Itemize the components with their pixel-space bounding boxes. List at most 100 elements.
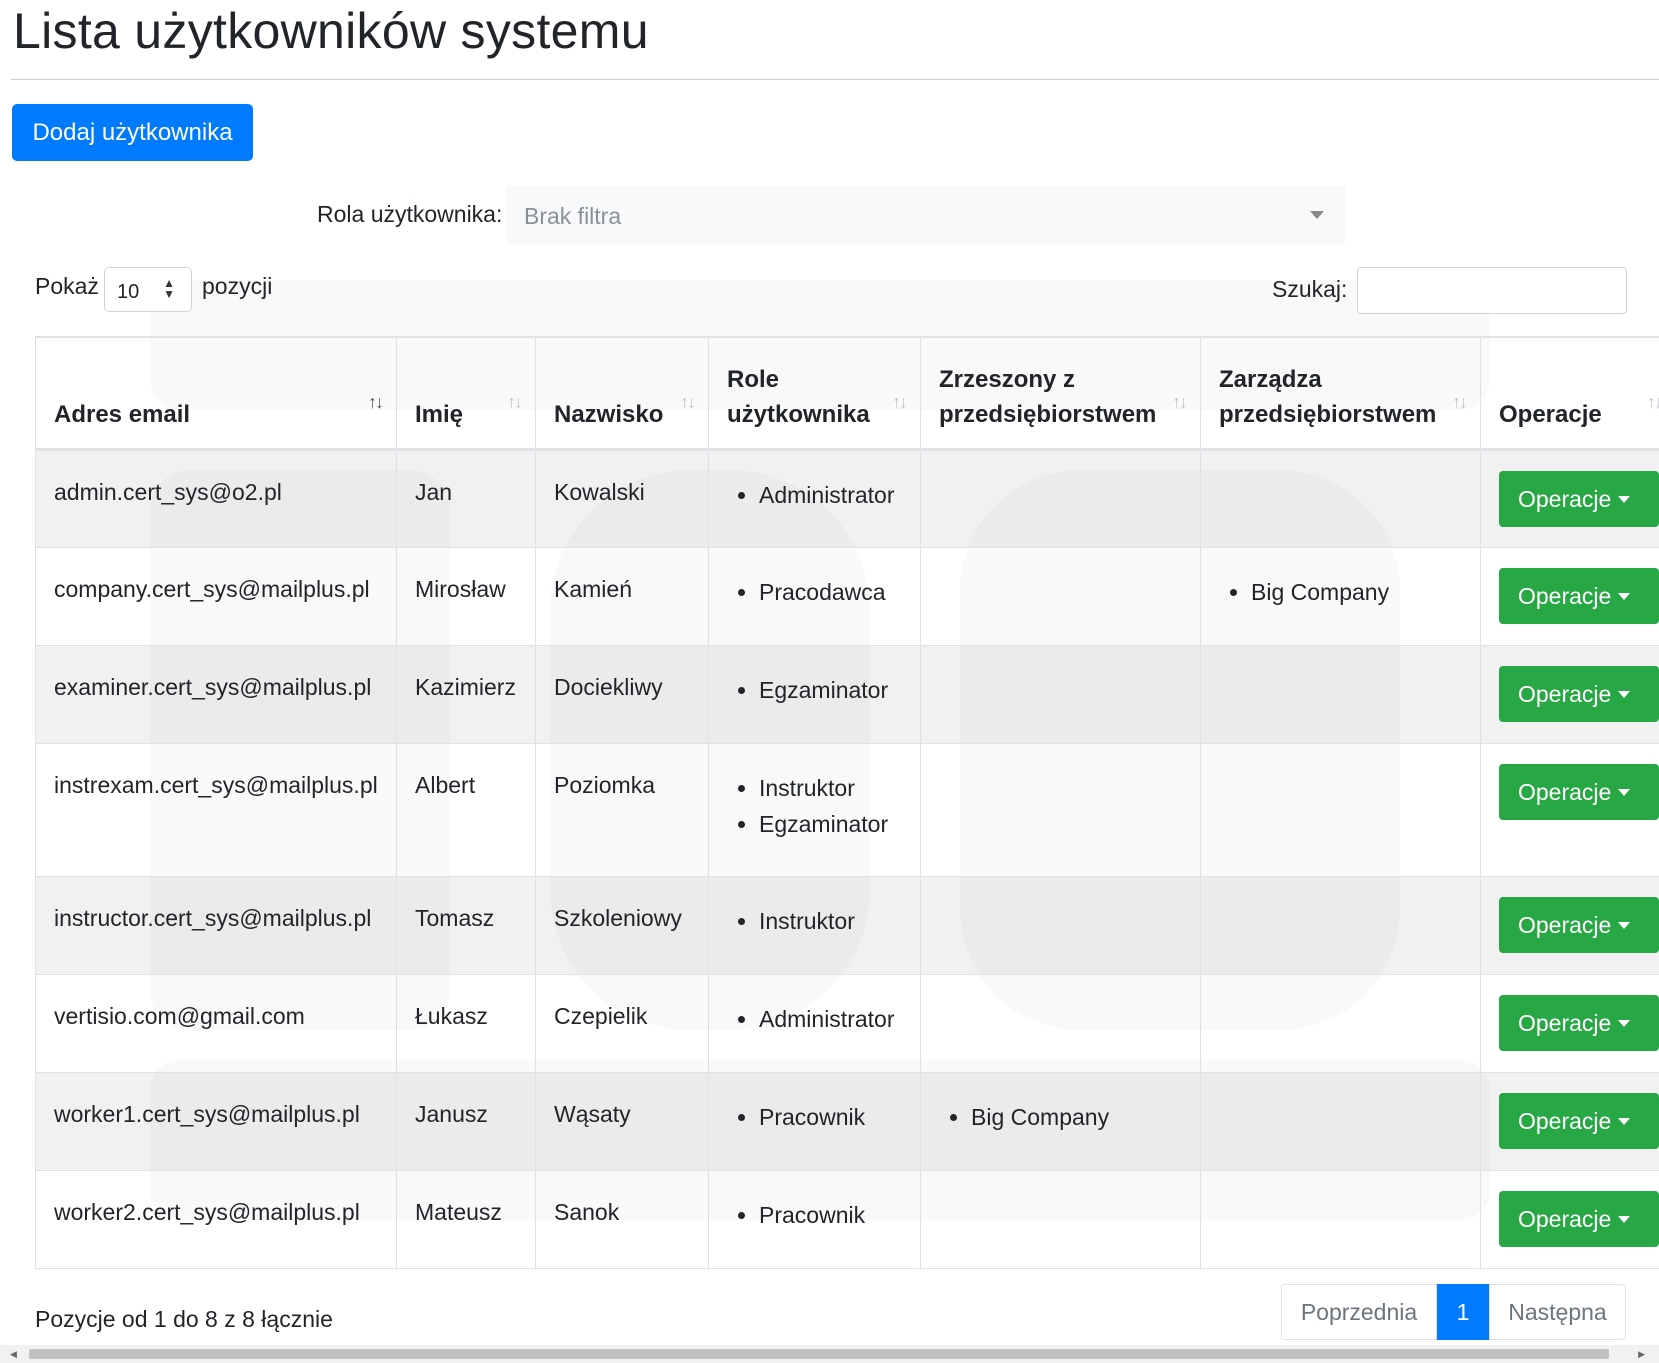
table-row: worker1.cert_sys@mailplus.pl Janusz Wąsaty…	[35, 1072, 1659, 1171]
cell-roles-list: Instruktor	[709, 877, 920, 939]
column-header-roles[interactable]: Role użytkownika ↑↓	[708, 336, 921, 451]
cell-roles: Pracownik	[708, 1072, 921, 1171]
cell-roles-list: Pracodawca	[709, 548, 920, 610]
cell-member-of	[920, 876, 1201, 975]
column-header-last-name[interactable]: Nazwisko ↑↓	[535, 336, 709, 451]
sort-icon: ↑↓	[1647, 392, 1659, 412]
cell-manages: Big Company	[1200, 547, 1481, 646]
page-length-suffix: pozycji	[202, 273, 273, 299]
next-page-button[interactable]: Następna	[1489, 1284, 1626, 1340]
horizontal-scrollbar[interactable]: ◀ ▶	[0, 1345, 1659, 1363]
cell-first-name-text: Kazimierz	[415, 674, 516, 700]
cell-operations: Operacje	[1480, 645, 1659, 744]
cell-last-name-text: Czepielik	[554, 1003, 648, 1029]
cell-first-name: Łukasz	[396, 974, 536, 1073]
cell-member-of	[920, 974, 1201, 1073]
role-filter-select[interactable]: Brak filtra	[506, 186, 1346, 244]
table-row: company.cert_sys@mailplus.pl Mirosław Kami…	[35, 547, 1659, 646]
caret-down-icon	[1618, 921, 1631, 929]
caret-down-icon	[1618, 690, 1631, 698]
scroll-left-icon[interactable]: ◀	[10, 1349, 17, 1360]
scrollbar-thumb[interactable]	[29, 1349, 1609, 1359]
operations-dropdown-button[interactable]: Operacje	[1499, 568, 1659, 624]
column-header-label: Role użytkownika	[727, 366, 870, 428]
search-label: Szukaj:	[1272, 276, 1348, 302]
operations-button-label: Operacje	[1518, 1107, 1612, 1134]
column-header-manages[interactable]: Zarządza przedsiębiorstwem ↑↓	[1200, 336, 1481, 451]
page-length-select[interactable]: 10 ▲ ▼	[104, 267, 192, 312]
list-item: Pracownik	[759, 1099, 920, 1135]
search-input[interactable]	[1357, 267, 1627, 314]
select-arrows-icon: ▲ ▼	[163, 276, 175, 301]
cell-roles: Pracodawca	[708, 547, 921, 646]
role-filter-label: Rola użytkownika:	[317, 201, 503, 227]
operations-dropdown-button[interactable]: Operacje	[1499, 666, 1659, 722]
cell-last-name-text: Dociekliwy	[554, 674, 663, 700]
previous-page-button[interactable]: Poprzednia	[1281, 1284, 1437, 1340]
operations-dropdown-button[interactable]: Operacje	[1499, 897, 1659, 953]
cell-last-name: Kowalski	[535, 449, 709, 548]
cell-roles: InstruktorEgzaminator	[708, 743, 921, 877]
list-item: Administrator	[759, 1001, 920, 1037]
column-header-operations[interactable]: Operacje ↑↓	[1480, 336, 1659, 451]
cell-email-text: instructor.cert_sys@mailplus.pl	[54, 905, 372, 931]
cell-email: worker2.cert_sys@mailplus.pl	[35, 1170, 397, 1269]
add-user-button[interactable]: Dodaj użytkownika	[12, 104, 253, 161]
cell-last-name: Wąsaty	[535, 1072, 709, 1171]
cell-email-text: worker1.cert_sys@mailplus.pl	[54, 1101, 360, 1127]
operations-dropdown-button[interactable]: Operacje	[1499, 1093, 1659, 1149]
cell-member-of-list: Big Company	[921, 1073, 1200, 1135]
page-title: Lista użytkowników systemu	[13, 3, 649, 59]
cell-operations: Operacje	[1480, 1170, 1659, 1269]
column-header-first-name[interactable]: Imię ↑↓	[396, 336, 536, 451]
cell-last-name: Szkoleniowy	[535, 876, 709, 975]
column-header-label: Operacje	[1499, 401, 1602, 428]
operations-button-label: Operacje	[1518, 911, 1612, 938]
list-item: Pracownik	[759, 1197, 920, 1233]
cell-last-name-text: Sanok	[554, 1199, 620, 1225]
column-header-email[interactable]: Adres email ↑↓	[35, 336, 397, 451]
table-row: examiner.cert_sys@mailplus.pl Kazimierz Do…	[35, 645, 1659, 744]
table-row: instrexam.cert_sys@mailplus.pl Albert Pozi…	[35, 743, 1659, 877]
cell-member-of	[920, 1170, 1201, 1269]
operations-dropdown-button[interactable]: Operacje	[1499, 995, 1659, 1051]
pagination: Poprzednia 1 Następna	[1281, 1284, 1626, 1340]
cell-roles-list: Pracownik	[709, 1171, 920, 1233]
table-info: Pozycje od 1 do 8 z 8 łącznie	[35, 1306, 333, 1332]
caret-down-icon	[1618, 592, 1631, 600]
column-header-member-of[interactable]: Zrzeszony z przedsiębiorstwem ↑↓	[920, 336, 1201, 451]
cell-manages-list: Big Company	[1201, 548, 1480, 610]
cell-roles: Instruktor	[708, 876, 921, 975]
scroll-right-icon[interactable]: ▶	[1638, 1349, 1645, 1360]
cell-manages	[1200, 974, 1481, 1073]
cell-first-name-text: Mateusz	[415, 1199, 502, 1225]
cell-last-name-text: Kamień	[554, 576, 632, 602]
column-header-label: Adres email	[54, 401, 191, 428]
operations-dropdown-button[interactable]: Operacje	[1499, 471, 1659, 527]
cell-first-name: Mateusz	[396, 1170, 536, 1269]
cell-manages	[1200, 1170, 1481, 1269]
cell-email-text: instrexam.cert_sys@mailplus.pl	[54, 772, 378, 798]
caret-down-icon	[1618, 1019, 1631, 1027]
page-1-button[interactable]: 1	[1437, 1284, 1489, 1340]
title-divider	[11, 79, 1659, 80]
users-table-body: admin.cert_sys@o2.pl Jan Kowalski Administr…	[35, 449, 1659, 1269]
operations-dropdown-button[interactable]: Operacje	[1499, 1191, 1659, 1247]
cell-last-name-text: Poziomka	[554, 772, 655, 798]
cell-roles-list: Pracownik	[709, 1073, 920, 1135]
list-item: Pracodawca	[759, 574, 920, 610]
operations-dropdown-button[interactable]: Operacje	[1499, 764, 1659, 820]
cell-roles: Egzaminator	[708, 645, 921, 744]
cell-first-name: Janusz	[396, 1072, 536, 1171]
cell-email-text: company.cert_sys@mailplus.pl	[54, 576, 370, 602]
table-row: worker2.cert_sys@mailplus.pl Mateusz Sanok…	[35, 1170, 1659, 1269]
caret-down-icon	[1618, 1117, 1631, 1125]
cell-operations: Operacje	[1480, 743, 1659, 877]
sort-icon: ↑↓	[892, 392, 908, 412]
cell-email: vertisio.com@gmail.com	[35, 974, 397, 1073]
caret-down-icon	[1618, 495, 1631, 503]
cell-operations: Operacje	[1480, 449, 1659, 548]
cell-operations: Operacje	[1480, 1072, 1659, 1171]
cell-last-name: Czepielik	[535, 974, 709, 1073]
cell-email: company.cert_sys@mailplus.pl	[35, 547, 397, 646]
